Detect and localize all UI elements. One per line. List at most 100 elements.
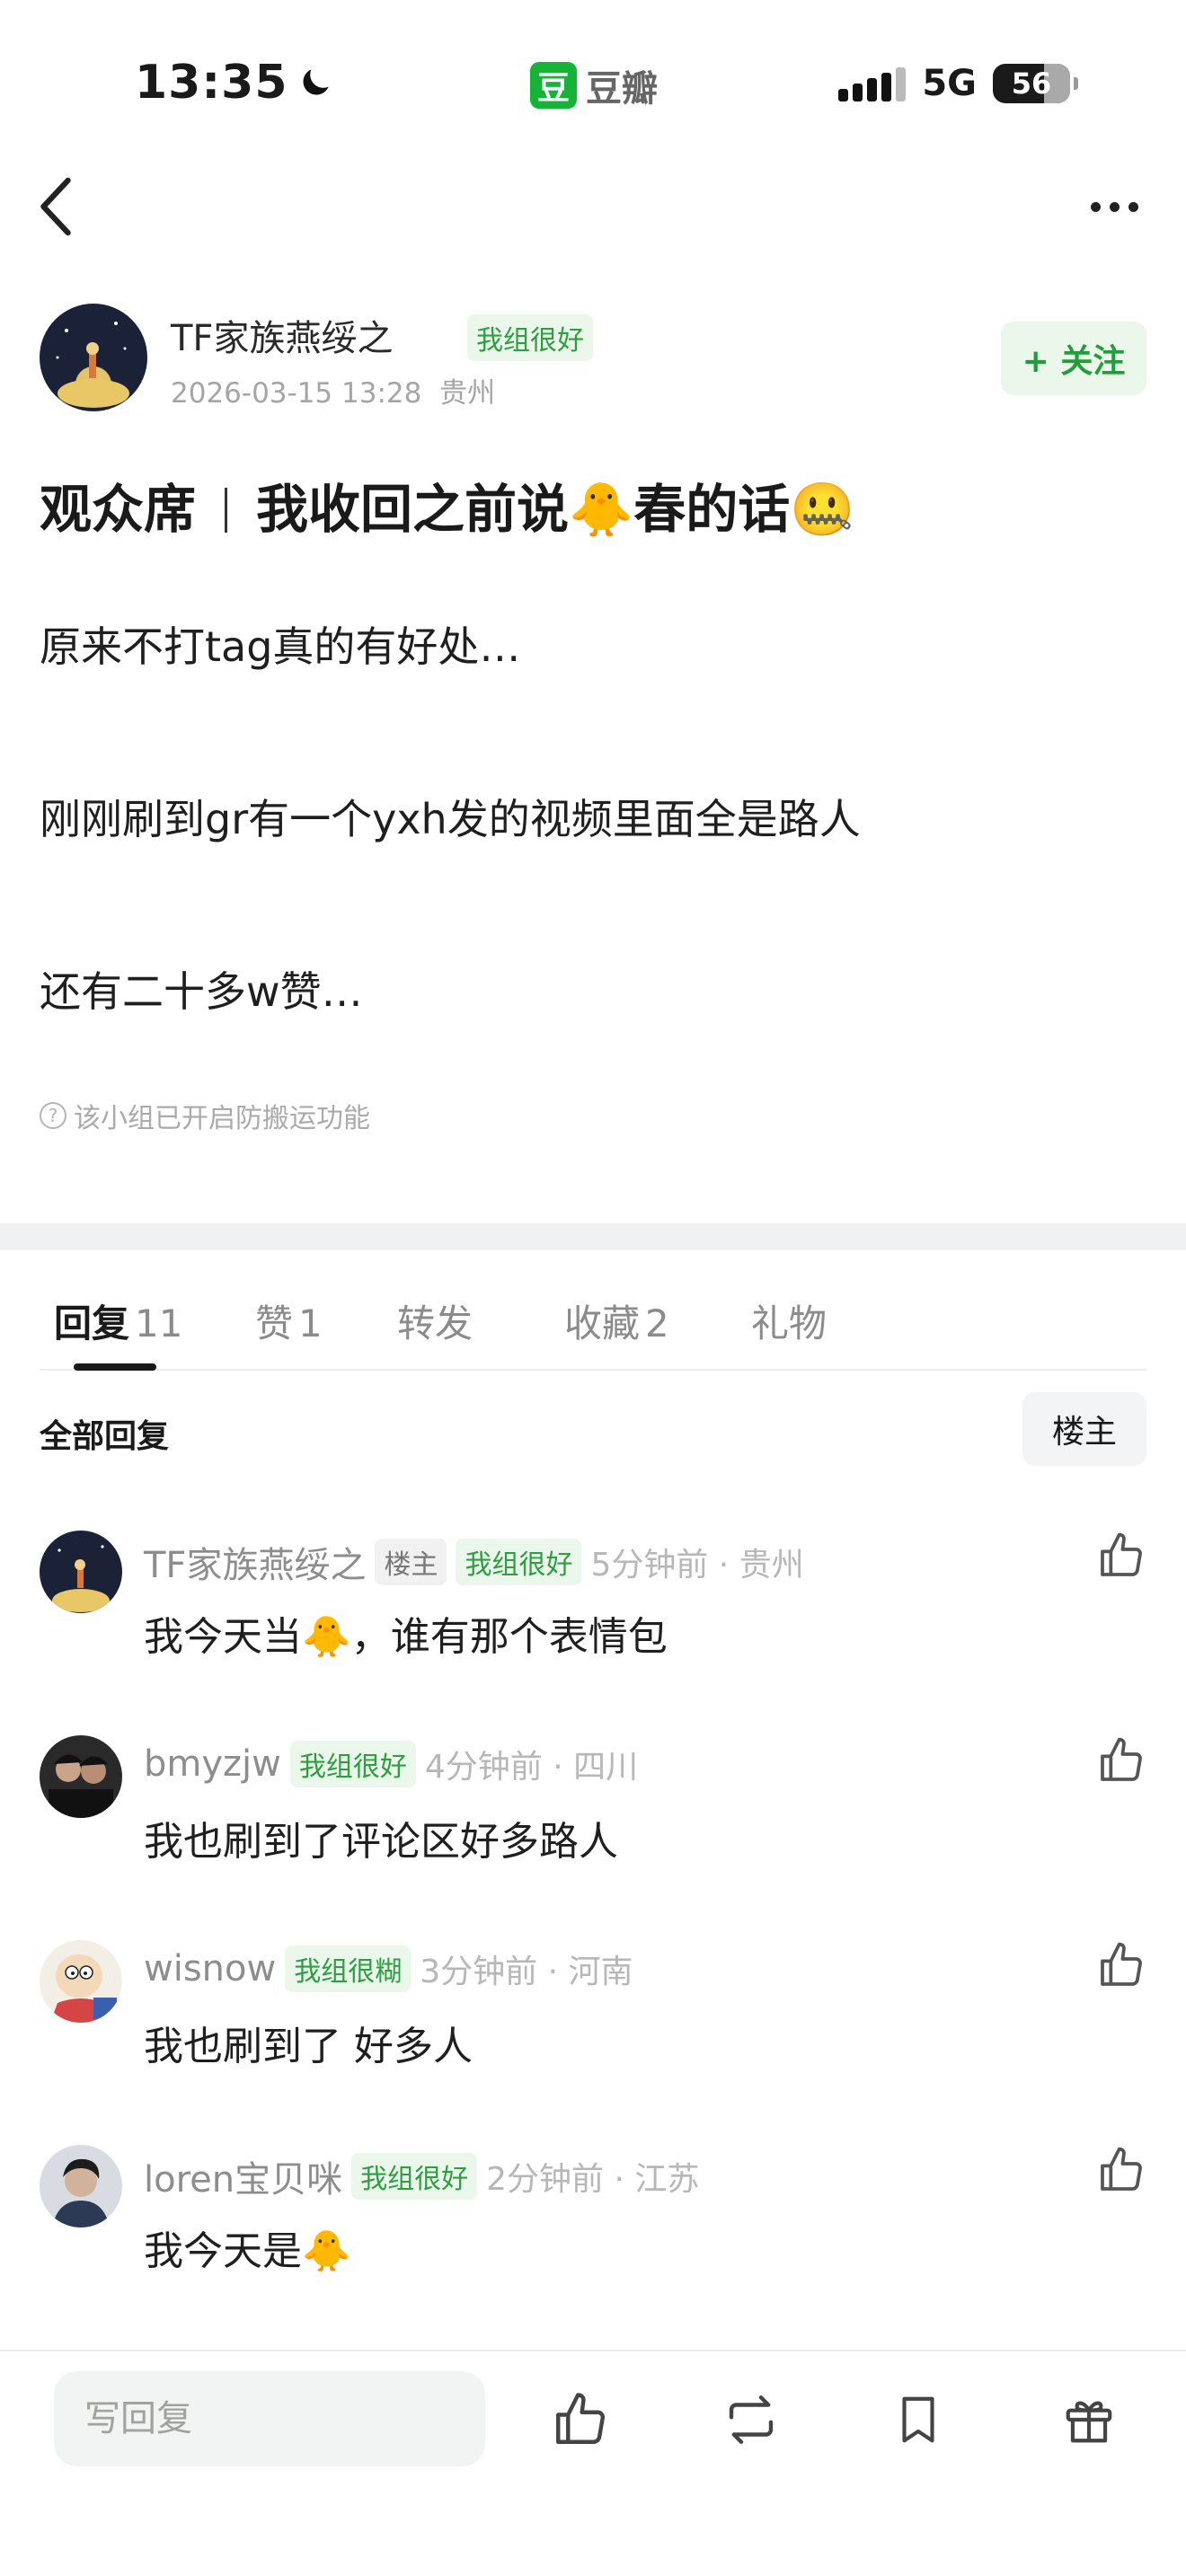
tab-label: 礼物 [751,1301,828,1345]
comment-header: wisnow 我组很糊 3分钟前 · 河南 [144,1945,633,1992]
comment-text: 我今天当🐥，谁有那个表情包 [144,1614,668,1660]
like-icon[interactable] [1096,2145,1146,2195]
op-only-filter-button[interactable]: 楼主 [1022,1392,1146,1466]
commenter-name[interactable]: TF家族燕绥之 [144,1536,366,1588]
comment-item: bmyzjw 我组很好 4分钟前 · 四川 我也刷到了评论区好多路人 [40,1735,1146,1888]
commenter-avatar[interactable] [40,1940,122,2023]
op-tag: 楼主 [375,1539,447,1585]
tab-reposts[interactable]: 转发 [397,1293,473,1348]
like-button[interactable] [546,2386,615,2454]
tab-label: 收藏 [564,1301,641,1345]
tab-collections[interactable]: 收藏 2 [564,1293,669,1348]
like-icon[interactable] [1096,1735,1146,1786]
comment-meta: 5分钟前 · 贵州 [590,1547,804,1584]
night-sky-avatar-icon [40,1531,122,1613]
tab-label: 回复 [54,1301,130,1345]
like-icon[interactable] [1096,1531,1146,1581]
moon-icon [303,69,329,95]
group-badge: 我组很好 [456,1539,582,1585]
commenter-name[interactable]: wisnow [144,1948,276,1989]
night-sky-avatar-icon [56,322,129,408]
commenter-avatar[interactable] [40,1531,122,1613]
tab-label: 赞 [255,1301,294,1345]
interaction-tabs: 回复 11 赞1 转发 收藏 2 礼物 [40,1257,1146,1371]
chevron-left-icon [40,177,71,236]
battery-icon: 56 [993,64,1070,103]
network-type: 5G [922,63,977,104]
gift-button[interactable] [1055,2386,1123,2454]
tab-count: 11 [135,1301,183,1345]
post-title-text: 我收回之前说🐥春的话🤐 [256,479,855,540]
commenter-name[interactable]: bmyzjw [144,1743,281,1785]
author-avatar[interactable] [40,304,147,411]
more-button[interactable] [1078,180,1150,234]
title-separator [225,488,228,533]
replies-header: 全部回复 楼主 [40,1392,1146,1466]
post-category: 观众席 [40,479,197,540]
tab-gifts[interactable]: 礼物 [751,1293,827,1348]
like-icon[interactable] [1096,1940,1146,1990]
douban-logo-icon: 豆 [530,62,577,109]
comment-item: loren宝贝咪 我组很好 2分钟前 · 江苏 我今天是🐥 [40,2145,1146,2298]
clock-text: 13:35 [135,56,288,110]
group-badge: 我组很好 [351,2153,478,2200]
post-body-line: 刚刚刷到gr有一个yxh发的视频里面全是路人 [40,795,861,843]
post-datetime: 2026-03-15 13:28 [171,377,422,410]
post-meta: 2026-03-15 13:28 贵州 [171,370,495,410]
more-dots-icon [1090,201,1101,212]
two-people-avatar-icon [40,1735,122,1818]
active-tab-indicator [74,1363,156,1371]
tab-replies[interactable]: 回复 11 [54,1293,182,1348]
tab-count: 2 [645,1301,669,1345]
comment-header: TF家族燕绥之 楼主 我组很好 5分钟前 · 贵州 [144,1536,804,1588]
post-title: 观众席 我收回之前说🐥春的话🤐 [40,467,854,543]
all-replies-label: 全部回复 [40,1418,170,1455]
follow-button[interactable]: + 关注 [1001,322,1146,395]
comment-meta: 2分钟前 · 江苏 [486,2161,700,2198]
app-indicator: 豆 豆瓣 [530,59,658,111]
person-avatar-icon [40,2145,122,2228]
comment-item: wisnow 我组很糊 3分钟前 · 河南 我也刷到了 好多人 [40,1940,1146,2093]
group-badge: 我组很好 [289,1741,416,1787]
app-name: 豆瓣 [586,68,658,110]
post-location: 贵州 [439,377,496,410]
reply-input[interactable] [54,2371,485,2466]
bottom-action-bar [0,2350,1186,2576]
post-body-line: 原来不打tag真的有好处… [40,622,521,671]
post-body-line: 还有二十多w赞… [40,967,363,1016]
comment-header: bmyzjw 我组很好 4分钟前 · 四川 [144,1741,638,1787]
tab-count: 1 [298,1301,323,1345]
comment-text: 我今天是🐥 [144,2228,351,2274]
group-badge: 我组很糊 [285,1945,412,1992]
group-badge: 我组很好 [467,314,593,361]
tab-label: 转发 [397,1301,474,1345]
back-button[interactable] [36,171,90,243]
bookmark-button[interactable] [884,2386,952,2454]
status-time: 13:35 [135,56,335,110]
post-author: TF家族燕绥之 我组很好 2026-03-15 13:28 贵州 + 关注 [40,304,1146,411]
comment-header: loren宝贝咪 我组很好 2分钟前 · 江苏 [144,2150,699,2202]
status-right: 5G 56 [838,63,1078,104]
tab-likes[interactable]: 赞1 [255,1293,323,1348]
anti-repost-notice: ? 该小组已开启防搬运功能 [40,1096,370,1135]
notice-text: 该小组已开启防搬运功能 [74,1103,370,1134]
commenter-name[interactable]: loren宝贝咪 [144,2150,342,2202]
commenter-avatar[interactable] [40,1735,122,1818]
comment-text: 我也刷到了 好多人 [144,2024,473,2069]
battery-level: 56 [1011,66,1052,101]
repost-icon [729,2395,774,2444]
bookmark-icon [902,2396,934,2443]
status-bar: 13:35 豆 豆瓣 5G 56 [0,0,1186,171]
commenter-avatar[interactable] [40,2145,122,2228]
comment-item: TF家族燕绥之 楼主 我组很好 5分钟前 · 贵州 我今天当🐥，谁有那个表情包 [40,1531,1146,1683]
question-circle-icon: ? [40,1102,66,1129]
gift-icon [1066,2401,1112,2443]
thumbs-up-icon [556,2393,605,2444]
comment-meta: 4分钟前 · 四川 [424,1749,639,1786]
battery-cap [1074,77,1078,90]
signal-icon [838,66,907,101]
section-divider [0,1223,1186,1250]
repost-button[interactable] [717,2386,785,2454]
author-name[interactable]: TF家族燕绥之 [171,309,393,361]
cartoon-avatar-icon [40,1940,122,2023]
